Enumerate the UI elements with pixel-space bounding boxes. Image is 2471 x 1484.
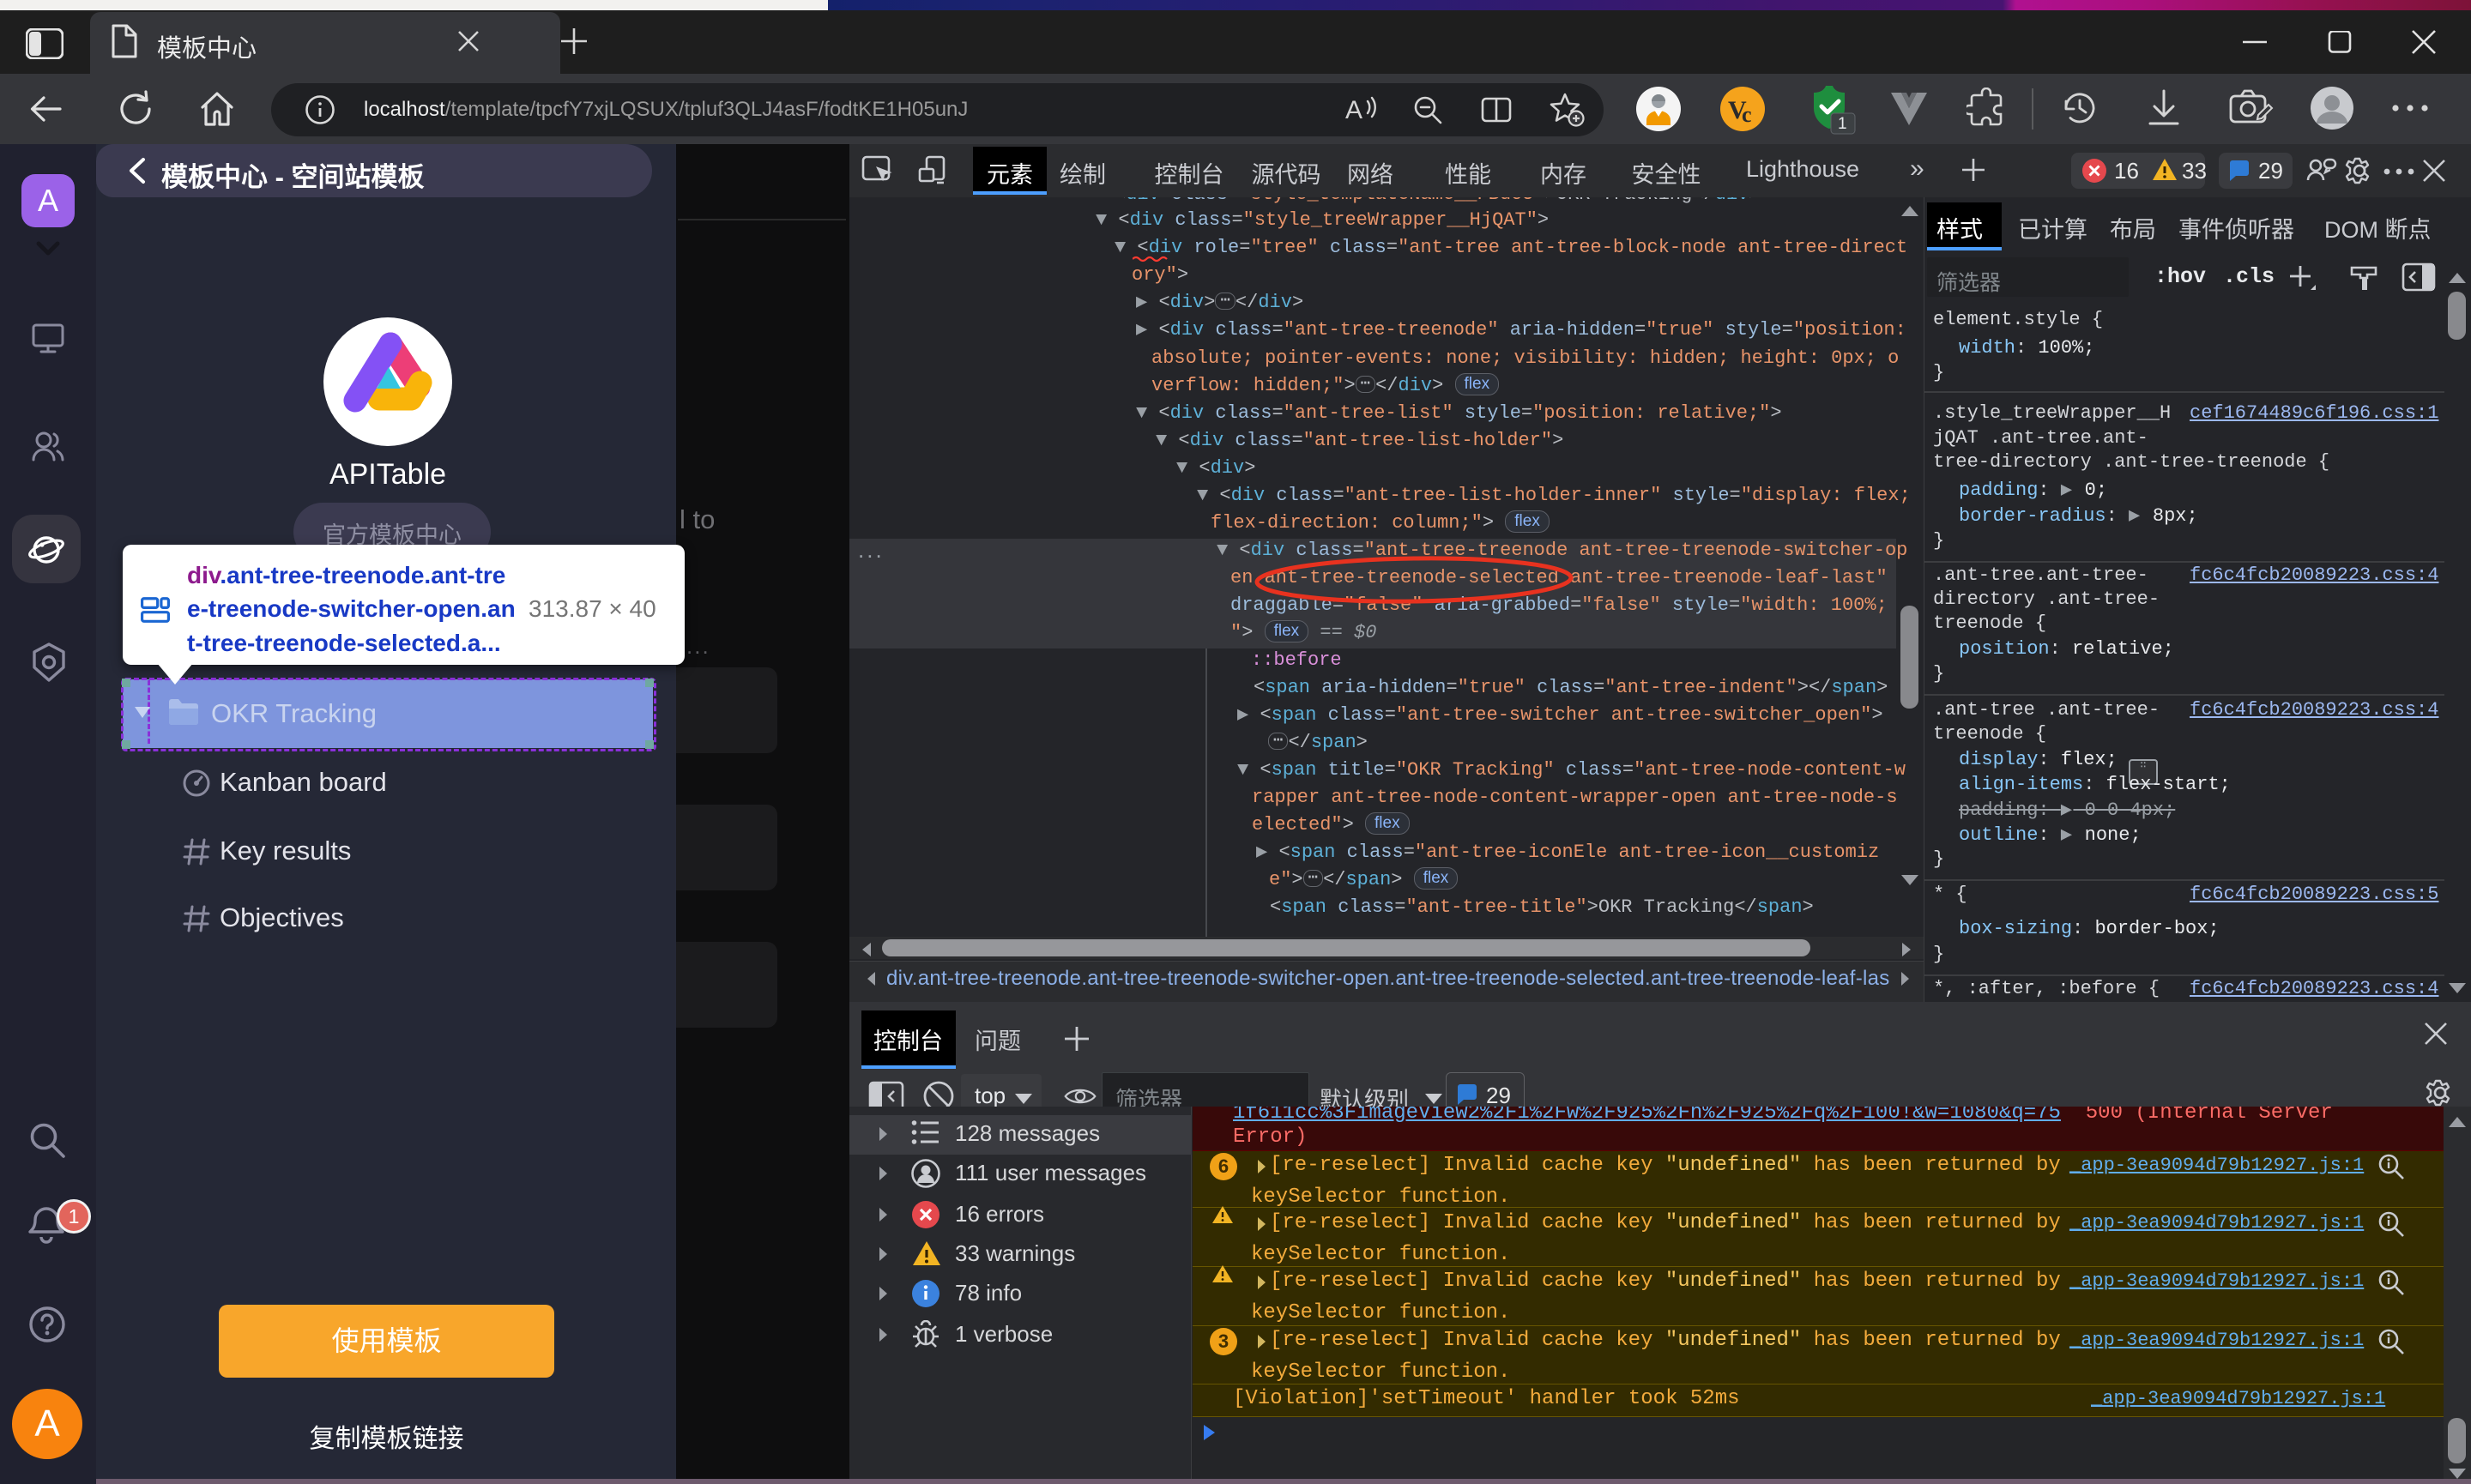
svg-text:A: A bbox=[1345, 96, 1362, 124]
svg-text:1: 1 bbox=[1838, 115, 1847, 133]
svg-text:c: c bbox=[1742, 102, 1752, 127]
